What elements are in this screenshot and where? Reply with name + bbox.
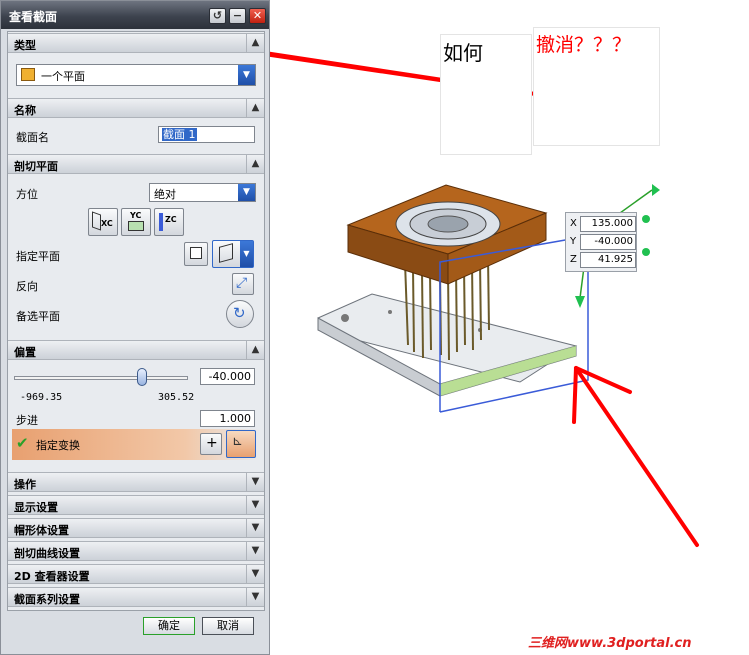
watermark: 三维网www.3dportal.cn	[528, 636, 692, 651]
section-name-label: 截面名	[16, 131, 49, 144]
chevron-down-icon[interactable]: ▼	[246, 496, 264, 514]
type-select-value: 一个平面	[41, 70, 85, 83]
reverse-arrow-icon: ⤢	[236, 275, 248, 291]
mold-block	[346, 184, 548, 285]
base-plate	[317, 293, 578, 397]
view-section-dialog: 查看截面 ↺ − ✕ 类型 ▲ 一个平面 ▼ 名称 ▲ 截面名 截面 1 剖切平…	[0, 0, 270, 655]
chevron-down-icon[interactable]: ▼	[246, 588, 264, 606]
offset-slider-thumb[interactable]	[137, 368, 148, 386]
zc-plane-button[interactable]: ZC	[154, 208, 184, 236]
ok-button[interactable]: 确定	[143, 617, 195, 635]
csys-axes-icon: ⊾	[232, 434, 243, 449]
cancel-button[interactable]: 取消	[202, 617, 254, 635]
section-display-settings-header[interactable]: 显示设置 ▼	[8, 495, 264, 515]
alternate-plane-label: 备选平面	[16, 310, 60, 323]
zc-label: ZC	[165, 215, 177, 224]
section-name-input[interactable]: 截面 1	[158, 126, 255, 143]
yc-plane-icon	[128, 221, 144, 231]
reset-icon[interactable]: ↺	[209, 8, 226, 24]
orientation-label: 方位	[16, 188, 38, 201]
chevron-down-icon[interactable]: ▼	[246, 565, 264, 583]
section-cap-settings-title: 帽形体设置	[14, 524, 69, 537]
orientation-value: 绝对	[154, 188, 176, 201]
section-series-settings-title: 截面系列设置	[14, 593, 80, 606]
section-operation-title: 操作	[14, 478, 36, 491]
chevron-down-icon[interactable]: ▼	[246, 542, 264, 560]
slider-min-label: -969.35	[20, 392, 63, 403]
section-cutting-plane-title: 剖切平面	[14, 160, 58, 173]
xc-plane-button[interactable]: XC	[88, 208, 118, 236]
x-coordinate-field[interactable]: 135.000	[580, 216, 636, 232]
z-label: Z	[570, 254, 577, 265]
section-offset-header[interactable]: 偏置 ▲	[8, 340, 264, 360]
section-cutting-plane-header[interactable]: 剖切平面 ▲	[8, 154, 264, 174]
reverse-direction-button[interactable]: ⤢	[232, 273, 254, 295]
checkmark-icon: ✔	[16, 434, 29, 452]
step-label: 步进	[16, 414, 38, 427]
y-coordinate-field[interactable]: -40.000	[580, 234, 636, 250]
csys-type-button[interactable]: ⊾	[226, 430, 256, 458]
reverse-label: 反向	[16, 280, 38, 293]
plane-icon	[219, 243, 233, 263]
cycle-icon: ↻	[233, 304, 246, 322]
coordinate-readout: X 135.000 Y -40.000 Z 41.925	[565, 212, 637, 272]
dialog-panel: 类型 ▲ 一个平面 ▼ 名称 ▲ 截面名 截面 1 剖切平面 ▲ 方位 绝对 ▼…	[7, 31, 265, 611]
section-name-title: 名称	[14, 104, 36, 117]
annotation-note-undo: 撤消？？？	[533, 27, 660, 146]
yc-label: YC	[130, 211, 142, 220]
plane-type-dropdown[interactable]: ▼	[212, 240, 254, 268]
type-select[interactable]: 一个平面 ▼	[16, 64, 256, 86]
annotation-note-undo-text: 撤消？？？	[536, 34, 632, 56]
yc-plane-button[interactable]: YC	[121, 208, 151, 236]
annotation-note-how: 如何	[440, 34, 532, 155]
chevron-down-icon[interactable]: ▼	[246, 473, 264, 491]
chevron-up-icon[interactable]: ▲	[246, 341, 264, 359]
minimize-icon[interactable]: −	[229, 8, 246, 24]
chevron-down-icon[interactable]: ▼	[246, 519, 264, 537]
slider-max-label: 305.52	[158, 392, 195, 403]
chevron-up-icon[interactable]: ▲	[246, 155, 264, 173]
orientation-select[interactable]: 绝对 ▼	[149, 183, 256, 202]
plane-dialog-icon	[190, 247, 202, 259]
chevron-up-icon[interactable]: ▲	[246, 99, 264, 117]
section-name-value: 截面 1	[162, 128, 197, 141]
plane-type-icon	[21, 68, 35, 81]
xc-plane-icon	[92, 211, 101, 231]
x-label: X	[570, 218, 577, 229]
csys-dialog-button[interactable]: +	[200, 433, 222, 455]
chevron-down-icon[interactable]: ▼	[238, 65, 255, 85]
step-value-input[interactable]: 1.000	[200, 410, 255, 427]
chevron-down-icon[interactable]: ▼	[238, 184, 255, 201]
dialog-title: 查看截面	[9, 10, 58, 24]
offset-slider[interactable]	[14, 368, 188, 386]
section-operation-header[interactable]: 操作 ▼	[8, 472, 264, 492]
z-coordinate-field[interactable]: 41.925	[580, 252, 636, 268]
zc-plane-icon	[159, 213, 163, 231]
section-curve-settings-header[interactable]: 剖切曲线设置 ▼	[8, 541, 264, 561]
section-2d-viewer-title: 2D 查看器设置	[14, 570, 90, 583]
specify-plane-label: 指定平面	[16, 250, 60, 263]
y-label: Y	[570, 236, 577, 247]
section-name-header[interactable]: 名称 ▲	[8, 98, 264, 118]
xc-label: XC	[101, 219, 113, 228]
annotation-note-how-text: 如何	[443, 41, 483, 65]
section-2d-viewer-header[interactable]: 2D 查看器设置 ▼	[8, 564, 264, 584]
section-type-title: 类型	[14, 39, 36, 52]
section-series-settings-header[interactable]: 截面系列设置 ▼	[8, 587, 264, 607]
section-offset-title: 偏置	[14, 346, 36, 359]
offset-value-input[interactable]: -40.000	[200, 368, 255, 385]
plane-dialog-button[interactable]	[184, 242, 208, 266]
section-type-header[interactable]: 类型 ▲	[8, 33, 264, 53]
chevron-up-icon[interactable]: ▲	[246, 34, 264, 52]
specify-transform-row[interactable]: ✔ 指定变换 + ⊾	[12, 429, 260, 460]
specify-transform-label: 指定变换	[36, 439, 80, 452]
close-icon[interactable]: ✕	[249, 8, 266, 24]
dialog-titlebar[interactable]: 查看截面 ↺ − ✕	[1, 1, 269, 29]
alternate-plane-button[interactable]: ↻	[226, 300, 254, 328]
section-curve-settings-title: 剖切曲线设置	[14, 547, 80, 560]
section-cap-settings-header[interactable]: 帽形体设置 ▼	[8, 518, 264, 538]
section-display-settings-title: 显示设置	[14, 501, 58, 514]
csys-plus-icon: +	[206, 435, 218, 451]
chevron-down-icon[interactable]: ▼	[240, 241, 253, 267]
